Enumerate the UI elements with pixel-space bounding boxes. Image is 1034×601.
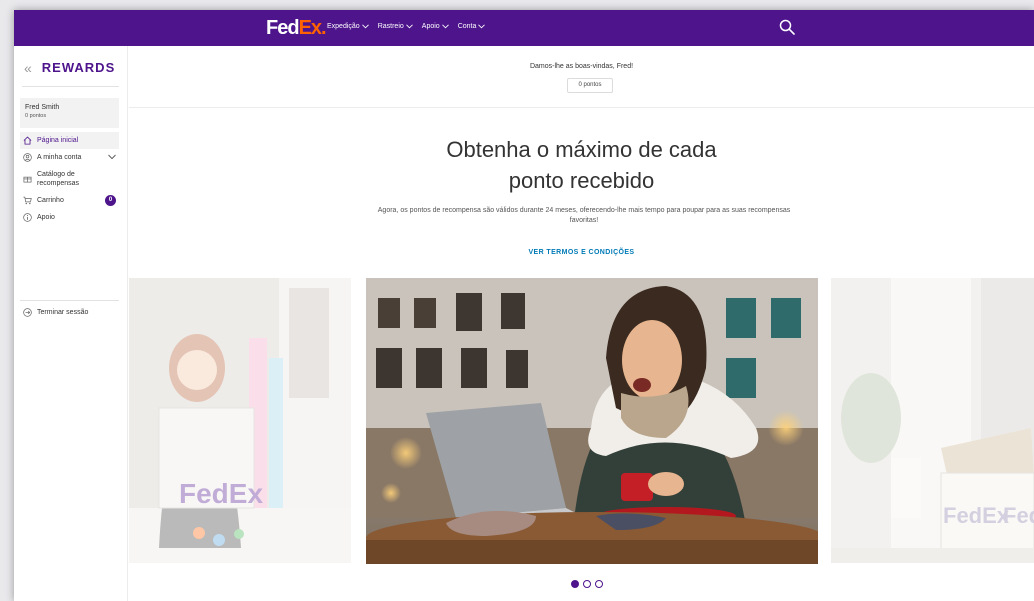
carousel-slide-next[interactable]: FedEx FedEx [831, 278, 1034, 563]
collapse-icon[interactable]: « [24, 61, 32, 75]
woman-with-laptop-image [366, 278, 818, 564]
sidebar-item-label: Apoio [37, 214, 55, 221]
home-icon [23, 136, 32, 145]
woman-with-box-image: FedEx [129, 278, 351, 563]
app-window: FedEx. Expedição Rastreio Apoio Conta « … [14, 10, 1034, 601]
sidebar-item-label: Carrinho [37, 197, 64, 204]
sidebar-item-label: Página inicial [37, 137, 79, 144]
fedex-logo[interactable]: FedEx. [266, 17, 327, 39]
nav-item-label: Rastreio [377, 23, 404, 30]
sidebar-item-home[interactable]: Página inicial [20, 132, 119, 149]
svg-text:FedEx: FedEx [179, 478, 263, 509]
nav-item-label: Conta [457, 23, 477, 30]
nav-item-conta[interactable]: Conta [458, 23, 486, 30]
divider [22, 86, 119, 87]
logout-label: Terminar sessão [37, 309, 89, 316]
divider [20, 300, 119, 301]
svg-text:FedEx: FedEx [1003, 503, 1034, 528]
sidebar-item-cart[interactable]: Carrinho 0 [20, 192, 119, 209]
logout-section: Terminar sessão [20, 304, 119, 321]
nav-menu: Expedição Rastreio Apoio Conta [327, 23, 486, 30]
rewards-title: REWARDS [41, 60, 116, 75]
carousel-dot-1[interactable] [571, 580, 579, 588]
hero-title: Obtenha o máximo de cada ponto recebido [129, 134, 1034, 196]
hero-title-line1: Obtenha o máximo de cada [446, 137, 717, 162]
carousel-dot-3[interactable] [595, 580, 603, 588]
sidebar: « REWARDS Fred Smith 0 pontos Página ini… [14, 46, 128, 601]
nav-item-label: Expedição [327, 23, 360, 30]
nav-item-label: Apoio [421, 23, 440, 30]
info-icon [23, 213, 32, 222]
user-points: 0 pontos [25, 113, 47, 119]
hero-description: Agora, os pontos de recompensa são válid… [377, 207, 791, 224]
chevron-down-icon [361, 24, 369, 29]
search-icon[interactable] [779, 19, 795, 35]
gift-icon [23, 176, 32, 183]
terms-link[interactable]: VER TERMOS E CONDIÇÕES [129, 249, 1034, 256]
carousel-slide-previous[interactable]: FedEx [129, 278, 351, 563]
user-name: Fred Smith [25, 104, 60, 111]
hero-title-line2: ponto recebido [508, 168, 655, 193]
chevron-down-icon [108, 154, 116, 160]
user-summary: Fred Smith 0 pontos [20, 98, 119, 128]
account-icon [23, 153, 32, 162]
carousel-dot-2[interactable] [583, 580, 591, 588]
sidebar-item-support[interactable]: Apoio [20, 209, 119, 226]
chevron-down-icon [405, 24, 413, 29]
fedex-boxes-image: FedEx FedEx [831, 278, 1034, 563]
cart-count-badge: 0 [105, 195, 116, 206]
carousel-pagination [571, 580, 603, 588]
nav-item-expedicao[interactable]: Expedição [327, 23, 369, 30]
sidebar-item-label: Catálogo de recompensas [37, 171, 80, 187]
chevron-down-icon [441, 24, 449, 29]
sidebar-header: « REWARDS [24, 60, 115, 75]
top-navigation: FedEx. Expedição Rastreio Apoio Conta [14, 10, 1034, 46]
svg-text:FedEx: FedEx [943, 503, 1010, 528]
sidebar-item-label: A minha conta [37, 154, 82, 161]
sidebar-menu: Página inicial A minha conta Catálogo de… [20, 132, 119, 226]
logout-button[interactable]: Terminar sessão [20, 304, 119, 321]
cart-icon [23, 196, 32, 205]
carousel-slide-active[interactable] [366, 278, 818, 564]
sidebar-item-account[interactable]: A minha conta [20, 149, 119, 166]
welcome-banner: Damos-lhe as boas-vindas, Fred! 0 pontos [129, 46, 1034, 108]
welcome-message: Damos-lhe as boas-vindas, Fred! [529, 63, 634, 70]
sidebar-item-catalog[interactable]: Catálogo de recompensas [20, 166, 119, 192]
logout-icon [23, 308, 32, 317]
points-balance: 0 pontos [567, 78, 613, 93]
nav-item-rastreio[interactable]: Rastreio [378, 23, 413, 30]
nav-item-apoio[interactable]: Apoio [422, 23, 449, 30]
chevron-down-icon [478, 24, 486, 29]
